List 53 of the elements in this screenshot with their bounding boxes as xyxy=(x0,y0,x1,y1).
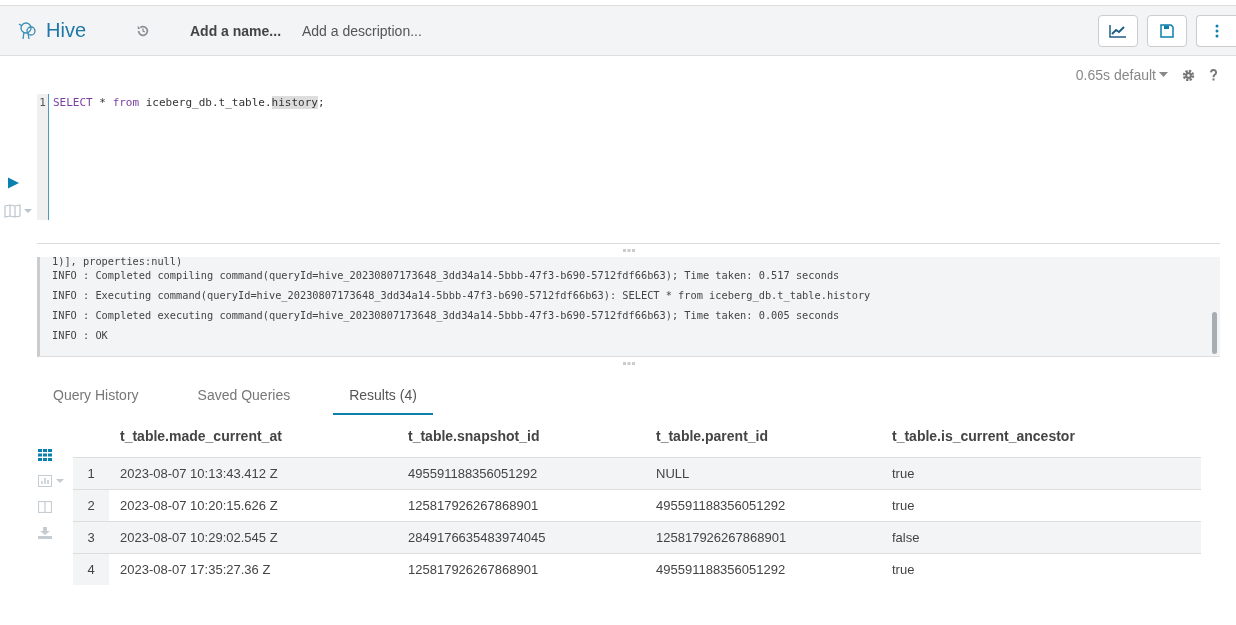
help-icon[interactable] xyxy=(1209,69,1218,81)
resize-handle[interactable] xyxy=(622,362,635,365)
description-field[interactable]: Add a description... xyxy=(302,22,462,39)
caret-icon xyxy=(1159,72,1168,78)
table-cell: 2023-08-07 10:13:43.412 Z xyxy=(109,457,397,490)
table-cell: 2023-08-07 10:29:02.545 Z xyxy=(109,521,397,554)
table-cell: 125817926267868901 xyxy=(645,521,881,554)
log-line: INFO : OK xyxy=(52,328,109,343)
name-field[interactable]: Add a name... xyxy=(190,22,302,39)
more-icon xyxy=(1214,23,1219,38)
map-icon[interactable] xyxy=(4,204,34,218)
log-line: INFO : Executing command(queryId=hive_20230807173648_3dd34a14-5bbb-47f3-b690-5712fdf66b63): SELECT * from iceberg_db.t_table.history xyxy=(52,288,872,304)
log-line: INFO : Completed compiling command(queryId=hive_20230807173648_3dd34a14-5bbb-47f3-b690-5712fdf66b63); Time taken: 0.517 seconds xyxy=(52,268,841,284)
table-cell: 2023-08-07 17:35:27.36 Z xyxy=(109,553,397,585)
save-button[interactable] xyxy=(1147,14,1187,47)
tab[interactable]: Query History xyxy=(37,387,155,415)
table-cell: 2 xyxy=(73,489,109,522)
line-number: 1 xyxy=(38,95,47,111)
line-chart-icon xyxy=(1109,23,1127,38)
code-line[interactable]: SELECT * from iceberg_db.t_table.history; xyxy=(49,94,325,220)
table-cell: true xyxy=(881,457,1201,490)
column-header[interactable]: t_table.is_current_ancestor xyxy=(881,415,1201,458)
log-line: 1)], properties:null) xyxy=(52,257,184,265)
column-header[interactable]: t_table.made_current_at xyxy=(109,415,397,458)
log-line: INFO : Completed executing command(queryId=hive_20230807173648_3dd34a14-5bbb-47f3-b690-5712fdf66b63); Time taken: 0.005 seconds xyxy=(52,308,841,324)
app-title: Hive xyxy=(46,19,86,42)
table-cell: false xyxy=(881,521,1201,554)
table-cell: 2849176635483974045 xyxy=(397,521,645,554)
more-button[interactable] xyxy=(1196,14,1236,47)
table-cell: 3 xyxy=(73,521,109,554)
history-icon[interactable] xyxy=(136,23,150,38)
tab[interactable]: Results (4) xyxy=(333,387,433,415)
table-cell: 125817926267868901 xyxy=(397,553,645,585)
table-cell: true xyxy=(881,553,1201,585)
table-cell: NULL xyxy=(645,457,881,490)
column-header[interactable]: t_table.snapshot_id xyxy=(397,415,645,458)
database-selector[interactable]: 0.65s default xyxy=(1075,67,1168,83)
table-cell: 4 xyxy=(73,553,109,585)
tab[interactable]: Saved Queries xyxy=(181,387,307,415)
table-cell: 1 xyxy=(73,457,109,490)
columns-icon[interactable] xyxy=(38,501,52,513)
grid-icon[interactable] xyxy=(38,449,52,461)
resize-handle[interactable] xyxy=(622,249,635,252)
save-icon xyxy=(1160,23,1174,38)
column-header[interactable]: t_table.parent_id xyxy=(645,415,881,458)
chart-button[interactable] xyxy=(1098,14,1138,47)
bar-chart-icon[interactable] xyxy=(38,475,66,487)
run-icon[interactable] xyxy=(8,177,19,189)
table-cell: 495591188356051292 xyxy=(397,457,645,490)
download-icon[interactable] xyxy=(38,527,52,539)
settings-icon[interactable] xyxy=(1182,68,1195,82)
scrollbar-thumb[interactable] xyxy=(1212,312,1217,354)
table-cell: 495591188356051292 xyxy=(645,553,881,585)
